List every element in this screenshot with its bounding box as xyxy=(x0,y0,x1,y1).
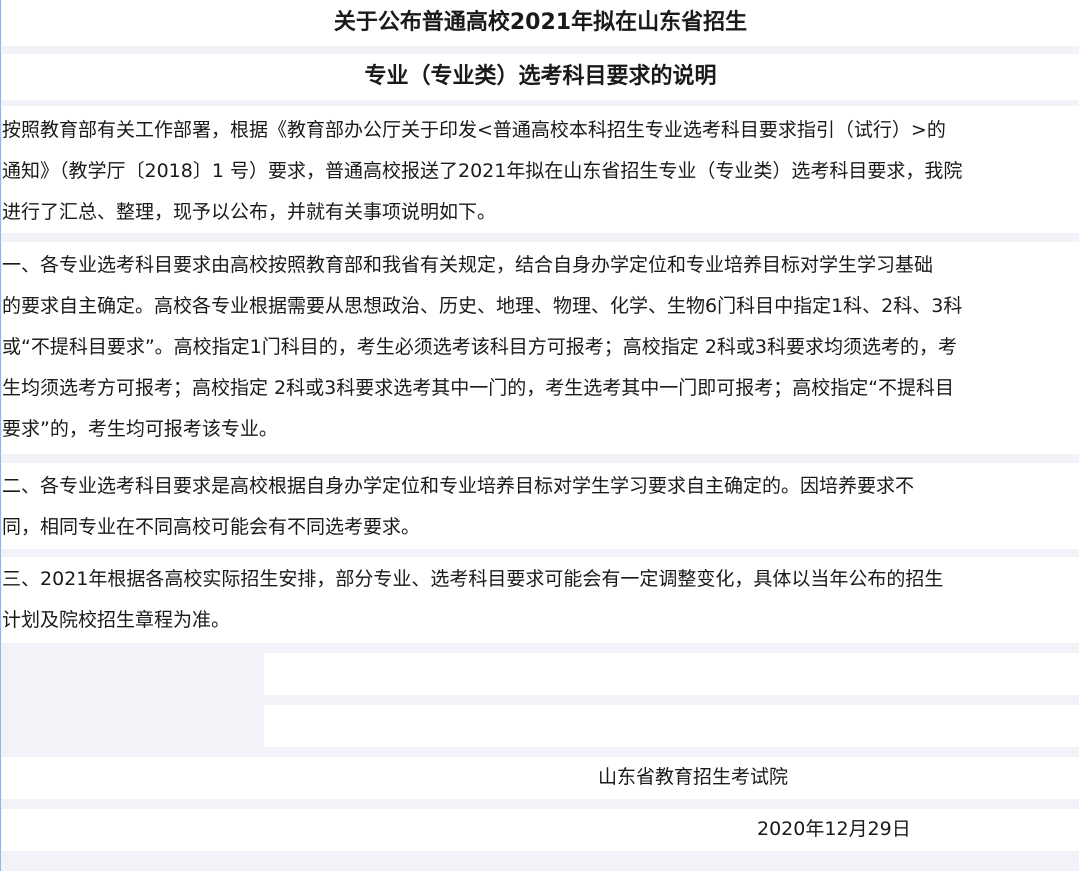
blank-row xyxy=(264,705,1079,747)
blank-row xyxy=(264,653,1079,695)
section-1-paragraph: 一、各专业选考科目要求由高校按照教育部和我省有关规定，结合自身办学定位和专业培养… xyxy=(2,242,1079,454)
document: 关于公布普通高校2021年拟在山东省招生 专业（专业类）选考科目要求的说明 按照… xyxy=(0,0,1079,871)
section-2-paragraph: 二、各专业选考科目要求是高校根据自身办学定位和专业培养目标对学生学习要求自主确定… xyxy=(2,463,1079,549)
intro-paragraph: 按照教育部有关工作部署，根据《教育部办公厅关于印发<普通高校本科招生专业选考科目… xyxy=(2,106,1079,233)
signature-org: 山东省教育招生考试院 xyxy=(598,766,789,788)
signature-date: 2020年12月29日 xyxy=(757,818,911,840)
signature-date-row: 2020年12月29日 xyxy=(2,809,1079,851)
section-3-paragraph: 三、2021年根据各高校实际招生安排，部分专业、选考科目要求可能会有一定调整变化… xyxy=(2,557,1079,643)
signature-org-row: 山东省教育招生考试院 xyxy=(2,757,1079,799)
document-title-line-1: 关于公布普通高校2021年拟在山东省招生 xyxy=(2,0,1079,46)
document-title-line-2: 专业（专业类）选考科目要求的说明 xyxy=(2,54,1079,100)
